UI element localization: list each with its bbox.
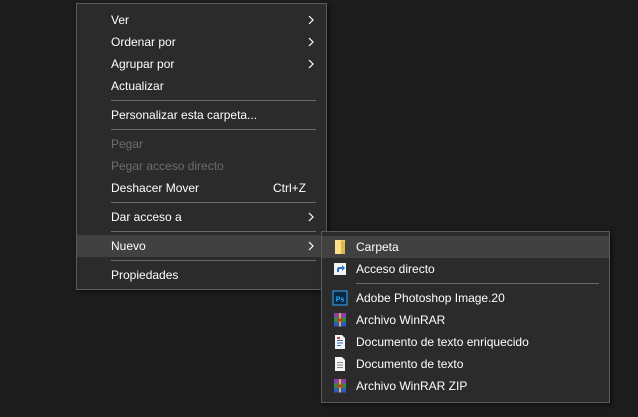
folder-icon [335,240,345,254]
rich-text-document-icon [335,335,345,349]
submenu-item-label: Documento de texto [356,357,464,371]
menu-separator [111,260,316,261]
menu-item-shortcut: Ctrl+Z [273,181,306,195]
chevron-right-icon [308,37,314,47]
menu-item-label: Propiedades [111,268,179,282]
menu-item-label: Agrupar por [111,57,175,71]
submenu-item-archivo-winrar[interactable]: Archivo WinRAR [322,309,609,331]
menu-item-nuevo[interactable]: Nuevo [77,235,326,257]
menu-item-dar-acceso-a[interactable]: Dar acceso a [77,206,326,228]
menu-item-label: Personalizar esta carpeta... [111,108,258,122]
menu-separator [111,202,316,203]
submenu-item-carpeta[interactable]: Carpeta [322,236,609,258]
photoshop-icon: Ps [332,290,348,306]
menu-item-personalizar[interactable]: Personalizar esta carpeta... [77,104,326,126]
svg-text:Ps: Ps [336,297,345,304]
submenu-item-label: Acceso directo [356,262,435,276]
menu-item-label: Ver [111,13,130,27]
menu-item-label: Nuevo [111,239,146,253]
menu-separator [111,129,316,130]
submenu-item-documento-texto[interactable]: Documento de texto [322,353,609,375]
menu-item-propiedades[interactable]: Propiedades [77,264,326,286]
submenu-item-label: Archivo WinRAR ZIP [356,379,468,393]
menu-item-label: Pegar [111,137,144,151]
submenu-item-label: Adobe Photoshop Image.20 [356,291,505,305]
chevron-right-icon [308,212,314,222]
menu-separator [111,231,316,232]
menu-item-ver[interactable]: Ver [77,9,326,31]
menu-item-agrupar-por[interactable]: Agrupar por [77,53,326,75]
chevron-right-icon [308,59,314,69]
submenu-item-acceso-directo[interactable]: Acceso directo [322,258,609,280]
submenu-item-label: Documento de texto enriquecido [356,335,529,349]
submenu-item-label: Archivo WinRAR [356,313,446,327]
chevron-right-icon [308,15,314,25]
shortcut-icon [334,263,346,275]
menu-item-deshacer-mover[interactable]: Deshacer Mover Ctrl+Z [77,177,326,199]
submenu-item-documento-enriquecido[interactable]: Documento de texto enriquecido [322,331,609,353]
menu-item-label: Pegar acceso directo [111,159,224,173]
submenu-separator [356,283,599,284]
submenu-item-winrar-zip[interactable]: Archivo WinRAR ZIP [322,375,609,397]
menu-item-pegar-acceso-directo: Pegar acceso directo [77,155,326,177]
menu-item-actualizar[interactable]: Actualizar [77,75,326,97]
context-menu: Ver Ordenar por Agrupar por Actualizar P… [76,3,327,290]
chevron-right-icon [308,241,314,251]
menu-item-label: Deshacer Mover [111,181,200,195]
winrar-zip-icon [334,379,346,393]
submenu-item-label: Carpeta [356,240,399,254]
submenu-item-photoshop[interactable]: Ps Adobe Photoshop Image.20 [322,287,609,309]
text-document-icon [335,357,345,371]
menu-separator [111,100,316,101]
menu-item-ordenar-por[interactable]: Ordenar por [77,31,326,53]
submenu-nuevo: Carpeta Acceso directo Ps Adobe Photosho… [321,231,610,403]
menu-item-pegar: Pegar [77,133,326,155]
menu-item-label: Actualizar [111,79,164,93]
menu-item-label: Dar acceso a [111,210,182,224]
winrar-icon [334,313,346,327]
menu-item-label: Ordenar por [111,35,176,49]
